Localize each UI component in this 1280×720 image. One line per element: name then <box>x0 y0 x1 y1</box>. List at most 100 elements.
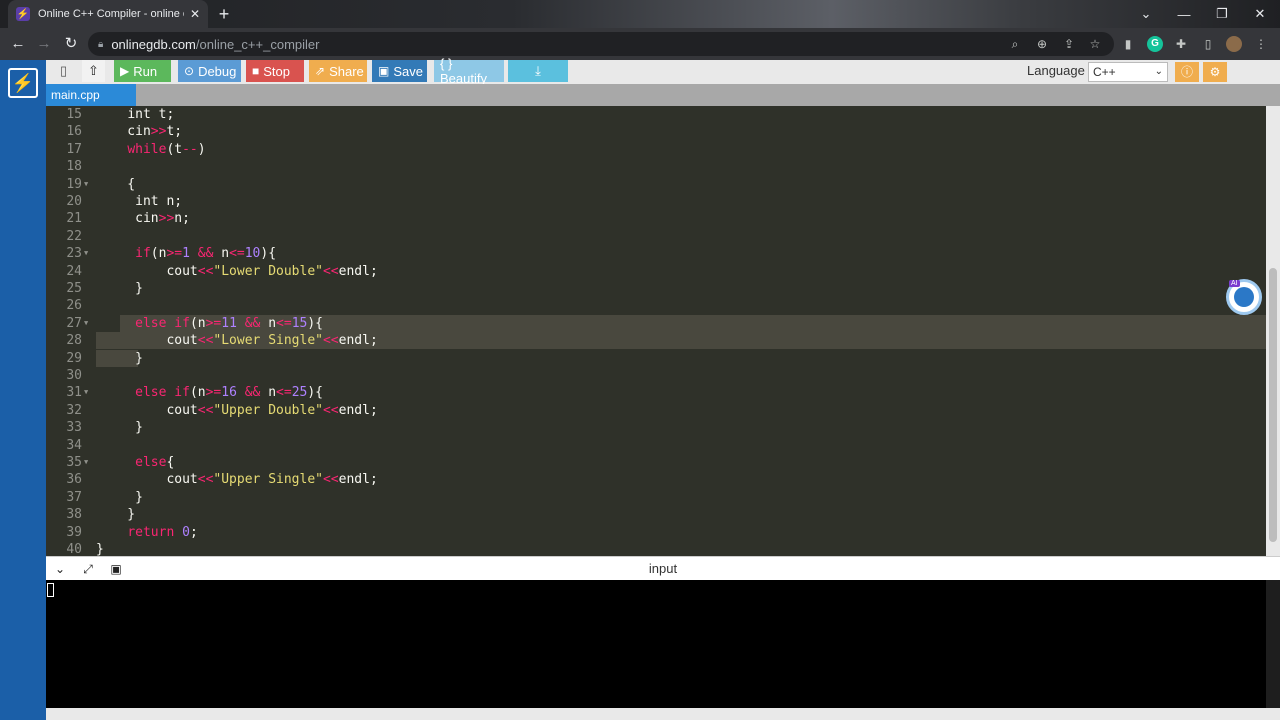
console-input-area[interactable] <box>46 580 1266 708</box>
bookmark-star-icon[interactable]: ☆ <box>1087 36 1103 52</box>
code-text: cout<<"Lower Single"<<endl; <box>96 333 378 349</box>
code-line[interactable]: 38 } <box>46 506 1266 523</box>
new-tab-button[interactable]: + <box>214 4 234 24</box>
line-number: 27 <box>66 315 82 331</box>
code-line[interactable]: 26 <box>46 297 1266 314</box>
save-button[interactable]: ▣ Save <box>372 60 427 82</box>
code-line[interactable]: 19 ▼ { <box>46 176 1266 193</box>
code-line[interactable]: 18 <box>46 158 1266 175</box>
code-text: if(n>=1 && n<=10){ <box>135 246 277 262</box>
download-icon: ⤓ <box>535 63 541 78</box>
url-path: /online_c++_compiler <box>195 36 320 52</box>
browser-tab-bar: ⚡ Online C++ Compiler - online ed ✕ + ⌄ … <box>0 0 1280 28</box>
ai-assistant-button[interactable]: AI <box>1226 279 1262 315</box>
code-line[interactable]: 30 <box>46 367 1266 384</box>
file-tab-main-cpp[interactable]: main.cpp <box>46 84 136 106</box>
code-line[interactable]: 24 cout<<"Lower Double"<<endl; <box>46 263 1266 280</box>
code-text: cout<<"Upper Double"<<endl; <box>96 402 378 418</box>
code-line[interactable]: 17 while(t--) <box>46 141 1266 158</box>
code-editor[interactable]: 15 int t; 16 cin>>t; 17 while(t--) 18 19 ▼ {2… <box>46 106 1266 556</box>
code-text: cin>>t; <box>96 124 183 140</box>
run-button[interactable]: ▶ Run <box>114 60 171 82</box>
fold-arrow-icon[interactable]: ▼ <box>84 384 92 401</box>
maximize-button[interactable]: ❐ <box>1203 0 1241 28</box>
fold-arrow-icon[interactable]: ▼ <box>84 315 92 332</box>
terminal-cursor <box>47 583 54 597</box>
code-line[interactable]: 31 ▼ else if(n>=16 && n<=25){ <box>46 384 1266 401</box>
extension-icon[interactable]: ▮ <box>1120 36 1136 52</box>
code-line[interactable]: 35 ▼ else{ <box>46 454 1266 471</box>
profile-avatar[interactable] <box>1226 36 1242 52</box>
url-field[interactable]: 🔒︎ onlinegdb.com/online_c++_compiler <box>88 32 1114 56</box>
line-number: 37 <box>66 489 82 505</box>
code-text: } <box>96 489 143 505</box>
code-line[interactable]: 32 cout<<"Upper Double"<<endl; <box>46 402 1266 419</box>
new-file-icon[interactable]: ▯ <box>54 60 73 82</box>
line-number: 35 <box>66 455 82 470</box>
line-number: 38 <box>66 507 82 523</box>
scrollbar-thumb[interactable] <box>1269 268 1277 542</box>
code-line[interactable]: 39 return 0; <box>46 524 1266 541</box>
side-panel-icon[interactable]: ▯ <box>1200 36 1216 52</box>
tab-search-icon[interactable]: ⌄ <box>1127 0 1165 28</box>
onlinegdb-favicon-icon: ⚡ <box>16 7 30 21</box>
ide-toolbar: ▯ ⇧ ▶ Run ⊙ Debug ■ Stop ⇗ Share ▣ Save { } B… <box>46 56 1280 86</box>
onlinegdb-logo-icon[interactable]: ⚡ <box>8 68 38 98</box>
browser-menu-icon[interactable]: ⋮ <box>1253 36 1269 52</box>
stop-button[interactable]: ■ Stop <box>246 60 304 82</box>
code-line[interactable]: 23 ▼ if(n>=1 && n<=10){ <box>46 245 1266 262</box>
reload-button[interactable]: ↻ <box>61 34 81 54</box>
forward-button[interactable]: → <box>34 34 54 54</box>
language-label: Language <box>1027 63 1085 78</box>
grammarly-extension-icon[interactable]: G <box>1147 36 1163 52</box>
fold-arrow-icon[interactable]: ▼ <box>84 245 92 262</box>
line-number: 23 <box>66 246 82 262</box>
share-button[interactable]: ⇗ Share <box>309 60 367 82</box>
editor-scrollbar[interactable] <box>1266 106 1280 556</box>
line-number: 26 <box>66 298 82 314</box>
code-line[interactable]: 27 ▼ else if(n>=11 && n<=15){ <box>46 315 1266 332</box>
lock-icon: 🔒︎ <box>98 38 104 50</box>
code-line[interactable]: 33 } <box>46 419 1266 436</box>
stop-label: Stop <box>263 63 290 79</box>
code-line[interactable]: 34 <box>46 437 1266 454</box>
zoom-icon[interactable]: ⊕ <box>1034 36 1050 52</box>
debug-icon: ⊙ <box>184 64 195 78</box>
ai-assistant-icon <box>1234 287 1254 307</box>
code-line[interactable]: 16 cin>>t; <box>46 123 1266 140</box>
code-line[interactable]: 20 int n; <box>46 193 1266 210</box>
fold-arrow-icon[interactable]: ▼ <box>84 176 92 193</box>
upload-file-icon[interactable]: ⇧ <box>82 60 105 82</box>
beautify-button[interactable]: { } Beautify <box>434 56 504 86</box>
minimize-button[interactable]: — <box>1165 0 1203 28</box>
debug-button[interactable]: ⊙ Debug <box>178 60 241 82</box>
close-tab-icon[interactable]: ✕ <box>190 7 200 21</box>
code-line[interactable]: 28 cout<<"Lower Single"<<endl; <box>46 332 1266 349</box>
url-host: onlinegdb.com <box>111 36 196 52</box>
code-line[interactable]: 36 cout<<"Upper Single"<<endl; <box>46 471 1266 488</box>
share-page-icon[interactable]: ⇪ <box>1061 36 1077 52</box>
fold-arrow-icon[interactable]: ▼ <box>84 454 92 471</box>
language-select[interactable]: C++ ⌄ <box>1088 62 1168 82</box>
back-button[interactable]: ← <box>8 34 28 54</box>
code-line[interactable]: 29 } <box>46 350 1266 367</box>
line-number: 18 <box>66 159 82 175</box>
code-line[interactable]: 40} <box>46 541 1266 556</box>
gear-icon: ⚙ <box>1209 65 1221 79</box>
code-line[interactable]: 15 int t; <box>46 106 1266 123</box>
settings-button[interactable]: ⚙ <box>1203 62 1227 82</box>
code-line[interactable]: 25 } <box>46 280 1266 297</box>
code-line[interactable]: 21 cin>>n; <box>46 210 1266 227</box>
line-number: 28 <box>66 333 82 349</box>
input-panel-header: ⌄ ⤢ ▣ input <box>46 556 1280 580</box>
close-window-button[interactable]: ✕ <box>1241 0 1279 28</box>
browser-tab[interactable]: ⚡ Online C++ Compiler - online ed ✕ <box>8 0 208 28</box>
line-number: 17 <box>66 141 82 157</box>
extensions-puzzle-icon[interactable]: ✚ <box>1173 36 1189 52</box>
code-line[interactable]: 37 } <box>46 489 1266 506</box>
debug-label: Debug <box>198 63 237 79</box>
info-button[interactable]: ⓘ <box>1175 62 1199 82</box>
download-button[interactable]: ⤓ <box>508 60 568 82</box>
search-icon[interactable]: ⌕ <box>1007 36 1023 52</box>
code-line[interactable]: 22 <box>46 228 1266 245</box>
